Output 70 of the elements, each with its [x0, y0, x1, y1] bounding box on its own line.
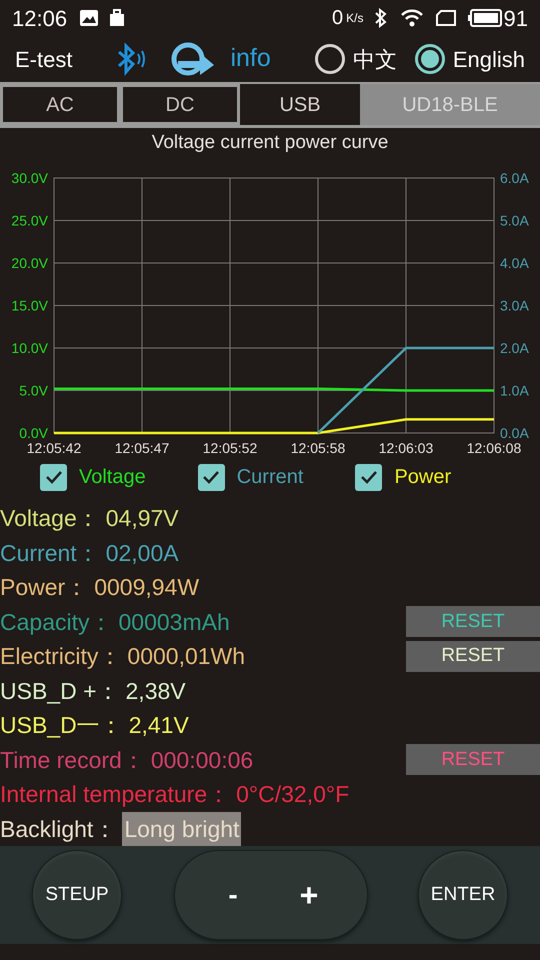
clock: 12:06: [12, 4, 68, 32]
language-radio[interactable]: English: [414, 42, 525, 76]
reading-label: USB_D +：: [0, 676, 120, 706]
reading-value: 0009,94W: [94, 573, 200, 602]
plus-button[interactable]: +: [284, 871, 334, 919]
reading-value: 0°C/32,0°F: [236, 780, 350, 809]
chart-title: Voltage current power curve: [152, 130, 388, 155]
x-axis-label: 12:05:47: [114, 440, 170, 456]
circular-arrow-icon[interactable]: [170, 41, 216, 77]
network-speed-unit: K/s: [346, 10, 364, 27]
reading-value: 0000,01Wh: [127, 642, 246, 671]
minus-button[interactable]: -: [208, 874, 258, 916]
series-checkbox[interactable]: Current: [198, 462, 304, 492]
series-checkbox[interactable]: Voltage: [40, 462, 146, 492]
wifi-icon: [400, 9, 424, 27]
y-axis-label: 2.0A: [500, 340, 529, 356]
enter-button[interactable]: ENTER: [418, 850, 508, 940]
y-axis-label: 0.0A: [500, 425, 529, 441]
x-axis-label: 12:05:42: [26, 440, 82, 456]
x-axis-label: 12:05:52: [202, 440, 258, 456]
y-axis-label: 6.0A: [500, 170, 529, 186]
reading-label: Backlight：: [0, 814, 116, 844]
check-icon: [202, 470, 220, 484]
tab[interactable]: AC: [0, 84, 120, 125]
x-axis-label: 12:06:08: [466, 440, 522, 456]
y-axis-label: 20.0V: [11, 255, 48, 271]
reading-label: Internal temperature：: [0, 780, 230, 809]
language-radio[interactable]: 中文: [314, 42, 397, 76]
reading-label: Power：: [0, 573, 88, 602]
series-checkbox[interactable]: Power: [355, 462, 452, 492]
y-axis-label: 4.0A: [500, 255, 529, 271]
battery-icon: [468, 9, 502, 27]
info-link[interactable]: info: [230, 40, 271, 78]
sim-card-icon: [436, 10, 456, 26]
image-icon: [79, 9, 100, 27]
reading-label: USB_D一：: [0, 711, 123, 740]
y-axis-label: 3.0A: [500, 298, 529, 314]
reading-label: Electricity：: [0, 642, 122, 671]
reading-label: Voltage：: [0, 504, 100, 533]
battery-level: 91: [504, 4, 528, 32]
check-icon: [360, 470, 378, 484]
bluetooth-icon: [374, 8, 388, 28]
app-name: E-test: [15, 46, 72, 74]
briefcase-icon: [109, 9, 126, 27]
y-axis-label: 0.0V: [19, 425, 48, 441]
x-axis-label: 12:06:03: [378, 440, 434, 456]
tab[interactable]: USB: [240, 84, 360, 125]
reading-value: 2,38V: [126, 676, 186, 706]
reading-value: 000:00:06: [150, 746, 254, 774]
reading-value: 04,97V: [106, 504, 179, 533]
y-axis-label: 15.0V: [11, 298, 48, 314]
y-axis-label: 25.0V: [11, 212, 48, 228]
reading-label: Current：: [0, 538, 100, 568]
reading-value: 02,00A: [106, 538, 179, 568]
reading-value: Long bright: [122, 812, 242, 846]
check-icon: [44, 470, 62, 484]
reading-value: 2,41V: [128, 711, 189, 740]
tab[interactable]: DC: [120, 84, 240, 125]
reading-label: Time record：: [0, 746, 145, 774]
x-axis-label: 12:05:58: [290, 440, 346, 456]
y-axis-label: 5.0A: [500, 212, 529, 228]
reading-label: Capacity：: [0, 608, 112, 637]
reset-button[interactable]: RESET: [406, 640, 540, 672]
y-axis-label: 10.0V: [11, 340, 48, 356]
network-speed: 0: [332, 6, 344, 31]
y-axis-label: 1.0A: [500, 382, 529, 398]
y-axis-label: 30.0V: [11, 170, 48, 186]
reading-value: 00003mAh: [118, 608, 230, 636]
y-axis-label: 5.0V: [19, 382, 48, 398]
setup-button[interactable]: STEUP: [32, 850, 122, 940]
